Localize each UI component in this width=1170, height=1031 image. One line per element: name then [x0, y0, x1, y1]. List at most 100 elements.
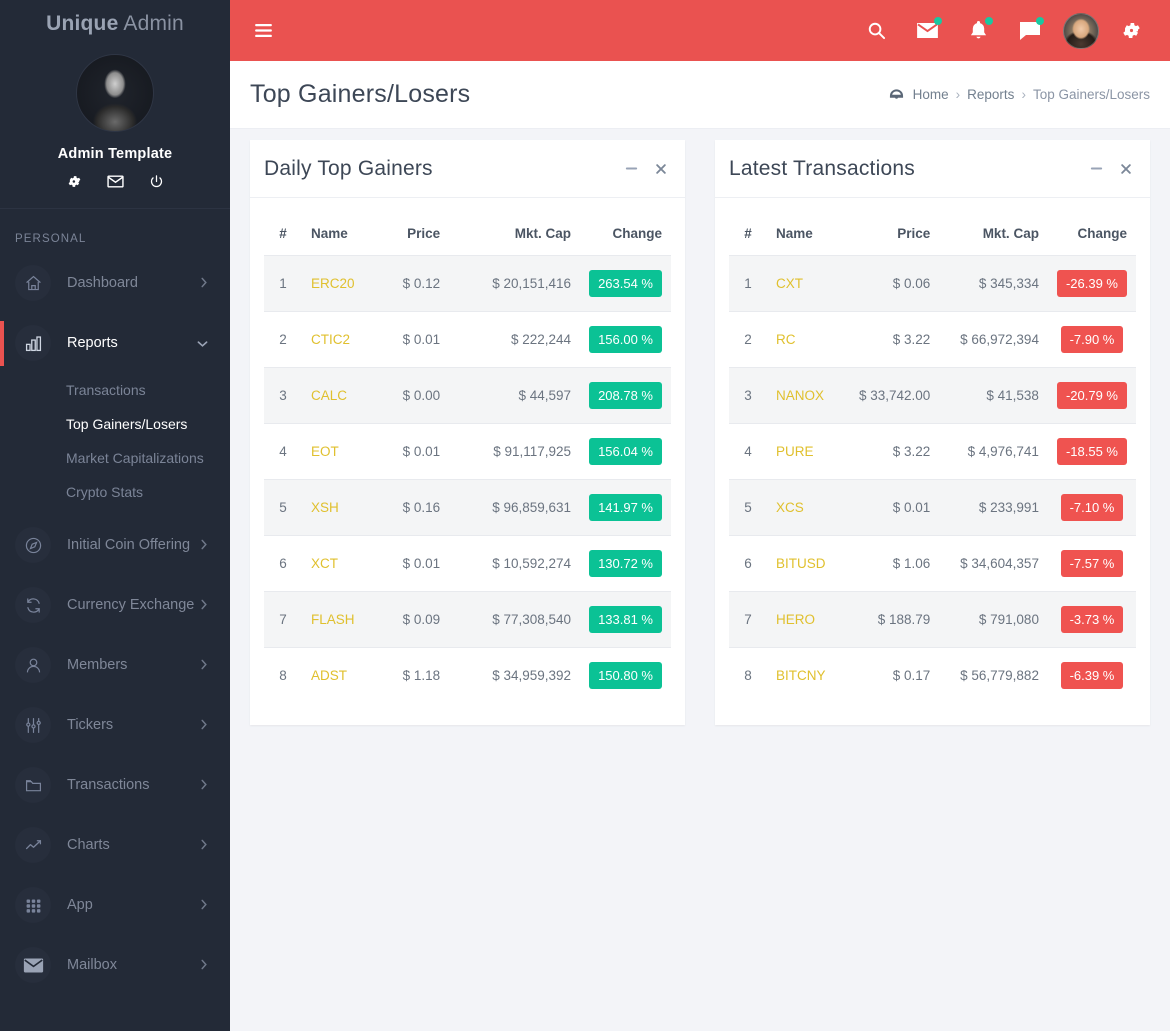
sidebar-subitem-top-gainers-losers[interactable]: Top Gainers/Losers — [0, 407, 230, 441]
chevron-right-icon — [200, 277, 208, 290]
asset-name-cell: CTIC2 — [302, 311, 374, 368]
change-badge: -20.79 % — [1056, 382, 1127, 409]
table-row: 2 CTIC2 $ 0.01 $ 222,244 156.00 % — [264, 311, 671, 368]
price-cell: $ 0.01 — [374, 423, 450, 480]
sidebar-item-label: Currency Exchange — [67, 597, 195, 613]
asset-link[interactable]: XSH — [311, 500, 339, 515]
card-header: Latest Transactions — [715, 140, 1150, 198]
column-header: Mkt. Cap — [939, 212, 1048, 256]
change-badge: -3.73 % — [1060, 606, 1124, 633]
chevron-right-icon — [200, 599, 208, 612]
breadcrumb-reports[interactable]: Reports — [967, 87, 1014, 102]
change-cell: -7.57 % — [1047, 535, 1136, 592]
card-daily-top-gainers: Daily Top Gainers # Name Price Mkt. Cap Chan… — [250, 140, 685, 725]
asset-link[interactable]: CALC — [311, 388, 347, 403]
sidebar-item-label: Members — [67, 657, 128, 673]
sidebar: Unique Admin Admin Template PERSONAL Das… — [0, 0, 230, 1031]
sidebar-item-app[interactable]: App — [0, 875, 230, 935]
change-cell: 208.78 % — [580, 367, 671, 424]
chevron-down-icon — [197, 337, 208, 350]
row-index: 1 — [264, 255, 302, 312]
sidebar-item-initial-coin-offering[interactable]: Initial Coin Offering — [0, 515, 230, 575]
table-row: 1 ERC20 $ 0.12 $ 20,151,416 263.54 % — [264, 255, 671, 312]
asset-name-cell: PURE — [767, 423, 839, 480]
asset-link[interactable]: CXT — [776, 276, 803, 291]
card-title: Daily Top Gainers — [264, 156, 433, 180]
change-badge: 263.54 % — [589, 270, 662, 297]
asset-link[interactable]: HERO — [776, 612, 815, 627]
user-icon — [15, 647, 51, 683]
close-icon[interactable] — [1120, 163, 1132, 175]
table-row: 6 BITUSD $ 1.06 $ 34,604,357 -7.57 % — [729, 535, 1136, 592]
chevron-right-icon — [200, 539, 208, 552]
asset-link[interactable]: BITCNY — [776, 668, 826, 683]
topbar — [230, 0, 1170, 61]
gear-icon[interactable] — [1106, 0, 1157, 61]
sidebar-item-dashboard[interactable]: Dashboard — [0, 253, 230, 313]
column-header: Mkt. Cap — [449, 212, 581, 256]
line-chart-icon — [15, 827, 51, 863]
column-header: Change — [1047, 212, 1136, 256]
sidebar-item-mailbox[interactable]: Mailbox — [0, 935, 230, 995]
change-cell: -7.90 % — [1047, 311, 1136, 368]
sidebar-item-label: Transactions — [67, 777, 150, 793]
minimize-icon[interactable] — [1090, 162, 1103, 175]
row-index: 8 — [264, 647, 302, 703]
market-cap-cell: $ 791,080 — [939, 591, 1048, 648]
table-header-row: # Name Price Mkt. Cap Change — [729, 212, 1136, 256]
minimize-icon[interactable] — [625, 162, 638, 175]
sidebar-section-label: PERSONAL — [15, 233, 87, 245]
mail-icon[interactable] — [902, 0, 953, 61]
chat-icon[interactable] — [1004, 0, 1055, 61]
sidebar-subitem-transactions[interactable]: Transactions — [0, 373, 230, 407]
sidebar-item-reports[interactable]: Reports — [0, 313, 230, 373]
card-latest-transactions: Latest Transactions # Name Price Mkt. Cap Ch… — [715, 140, 1150, 725]
sidebar-item-charts[interactable]: Charts — [0, 815, 230, 875]
settings-icon[interactable] — [67, 174, 82, 189]
card-tools — [1090, 162, 1132, 175]
change-badge: 208.78 % — [589, 382, 662, 409]
price-cell: $ 1.06 — [839, 535, 940, 592]
asset-link[interactable]: NANOX — [776, 388, 824, 403]
mail-icon[interactable] — [106, 174, 124, 189]
close-icon[interactable] — [655, 163, 667, 175]
asset-link[interactable]: EOT — [311, 444, 339, 459]
search-icon[interactable] — [851, 0, 902, 61]
asset-link[interactable]: ADST — [311, 668, 347, 683]
market-cap-cell: $ 44,597 — [449, 367, 581, 424]
change-badge: 133.81 % — [589, 606, 662, 633]
asset-link[interactable]: PURE — [776, 444, 814, 459]
sidebar-item-label: Dashboard — [67, 275, 138, 291]
breadcrumb-home[interactable]: Home — [913, 87, 949, 102]
sidebar-item-transactions[interactable]: Transactions — [0, 755, 230, 815]
asset-link[interactable]: ERC20 — [311, 276, 355, 291]
market-cap-cell: $ 10,592,274 — [449, 535, 581, 592]
change-cell: 141.97 % — [580, 479, 671, 536]
asset-link[interactable]: FLASH — [311, 612, 355, 627]
change-badge: 156.04 % — [589, 438, 662, 465]
asset-link[interactable]: BITUSD — [776, 556, 826, 571]
change-badge: 130.72 % — [589, 550, 662, 577]
sidebar-item-currency-exchange[interactable]: Currency Exchange — [0, 575, 230, 635]
user-avatar[interactable] — [1055, 0, 1106, 61]
sidebar-subitem-market-capitalizations[interactable]: Market Capitalizations — [0, 441, 230, 475]
asset-name-cell: XSH — [302, 479, 374, 536]
asset-name-cell: BITUSD — [767, 535, 839, 592]
sidebar-item-tickers[interactable]: Tickers — [0, 695, 230, 755]
asset-link[interactable]: RC — [776, 332, 796, 347]
power-icon[interactable] — [149, 174, 164, 189]
bell-icon[interactable] — [953, 0, 1004, 61]
hamburger-icon[interactable] — [255, 24, 272, 37]
brand-logo[interactable]: Unique Admin — [0, 0, 230, 36]
sidebar-subitem-crypto-stats[interactable]: Crypto Stats — [0, 475, 230, 509]
asset-link[interactable]: XCT — [311, 556, 338, 571]
sidebar-item-members[interactable]: Members — [0, 635, 230, 695]
asset-name-cell: XCS — [767, 479, 839, 536]
asset-link[interactable]: CTIC2 — [311, 332, 350, 347]
price-cell: $ 3.22 — [839, 423, 940, 480]
asset-link[interactable]: XCS — [776, 500, 804, 515]
asset-name-cell: ADST — [302, 647, 374, 703]
row-index: 2 — [264, 311, 302, 368]
envelope-filled-icon — [15, 947, 51, 983]
table-row: 5 XCS $ 0.01 $ 233,991 -7.10 % — [729, 479, 1136, 536]
